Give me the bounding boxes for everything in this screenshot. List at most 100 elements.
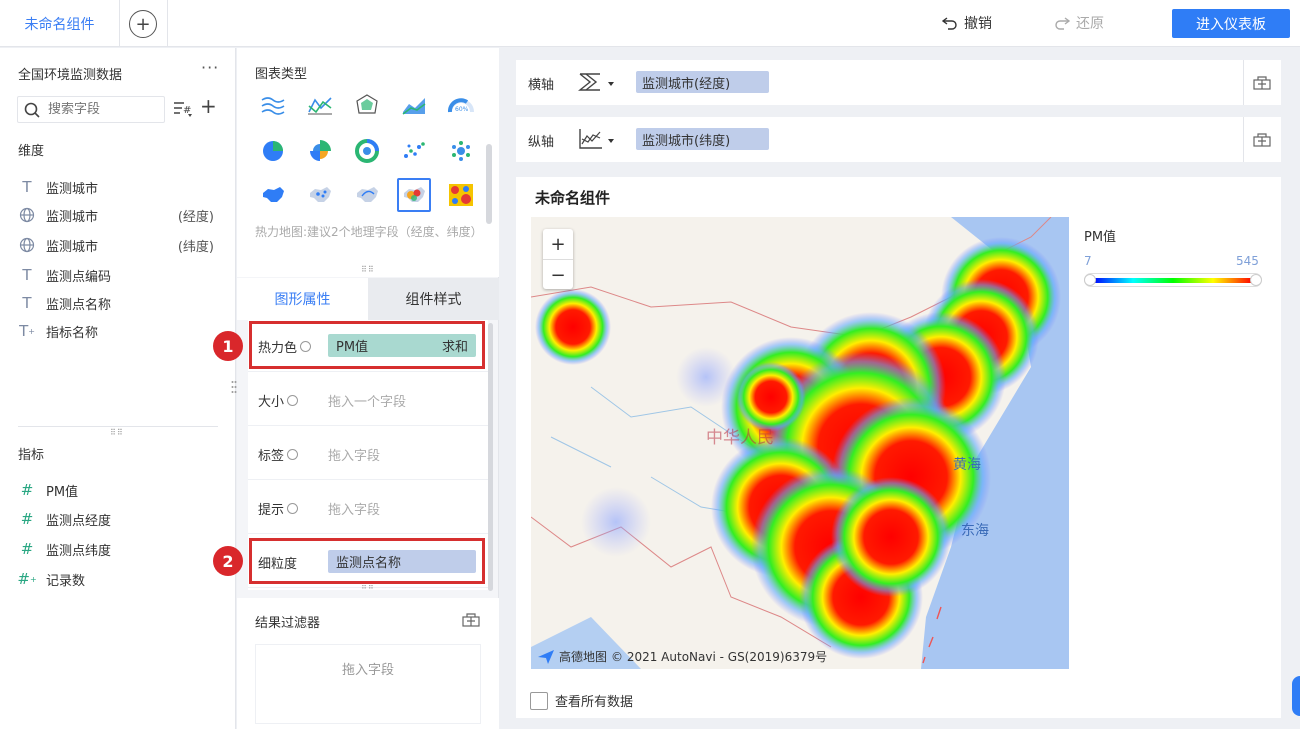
highlight-box <box>249 538 485 584</box>
dimension-field[interactable]: 监测城市 (经度) <box>18 205 218 225</box>
result-filter-drop-target[interactable]: 拖入字段 <box>255 644 481 724</box>
pie-chart-icon[interactable] <box>256 134 290 168</box>
heat-map-icon[interactable] <box>397 178 431 212</box>
map-attribution: 高德地图 © 2021 AutoNavi - GS(2019)6379号 <box>537 648 827 665</box>
area-chart-icon[interactable] <box>256 88 290 122</box>
tab-unnamed-component[interactable]: 未命名组件 <box>0 0 120 47</box>
field-label: 监测点经度 <box>46 513 112 529</box>
field-label: 监测点纬度 <box>46 543 112 559</box>
axis-settings-icon[interactable] <box>1253 74 1271 90</box>
measure-field[interactable]: # 监测点纬度 <box>18 539 218 559</box>
config-tabs: 图形属性 组件样式 <box>237 278 499 320</box>
dataset-name: 全国环境监测数据 <box>18 68 123 83</box>
view-all-data[interactable]: 查看所有数据 <box>530 691 633 710</box>
zoom-in-button[interactable]: + <box>543 229 573 259</box>
tab-graphic-attributes[interactable]: 图形属性 <box>237 278 368 320</box>
y-axis-label: 纵轴 <box>528 135 555 150</box>
measure-field[interactable]: # + 记录数 <box>17 569 218 589</box>
heat-grid-icon[interactable] <box>444 178 478 212</box>
radar-chart-icon[interactable] <box>350 88 384 122</box>
undo-label: 撤销 <box>964 16 992 32</box>
view-all-label: 查看所有数据 <box>555 695 634 710</box>
help-assistant-icon[interactable] <box>1292 676 1300 716</box>
add-field-button[interactable]: + <box>200 94 217 118</box>
redo-button[interactable]: 还原 <box>1054 13 1104 33</box>
measure-field[interactable]: # 监测点经度 <box>18 509 218 529</box>
tooltip-row: 提示 拖入字段 <box>248 482 488 534</box>
area-line-chart-icon[interactable] <box>397 88 431 122</box>
result-filter-title: 结果过滤器 <box>255 616 321 631</box>
chevron-down-icon <box>608 139 614 143</box>
field-filter-icon[interactable]: # <box>173 100 195 118</box>
y-axis-field[interactable]: 监测城市(纬度) <box>636 128 769 150</box>
line-chart-icon[interactable] <box>303 88 337 122</box>
dimension-field[interactable]: T 监测点编码 <box>18 265 218 285</box>
globe-icon <box>18 237 36 253</box>
divider <box>1243 60 1244 105</box>
heat-map[interactable]: 中华人民 黄海 东海 + − 高德地图 © 2021 AutoNavi - GS… <box>531 217 1069 669</box>
dimension-field[interactable]: 监测城市 (纬度) <box>18 235 218 255</box>
hash-icon: # <box>20 481 34 499</box>
settings-icon[interactable] <box>287 503 299 514</box>
flow-map-icon[interactable] <box>350 178 384 212</box>
legend-max-handle[interactable] <box>1250 274 1262 286</box>
view-all-checkbox[interactable] <box>530 691 548 710</box>
chart-types-title: 图表类型 <box>255 67 308 82</box>
point-map-icon[interactable] <box>303 178 337 212</box>
dimensions-title: 维度 <box>18 144 45 159</box>
scatter-chart-icon[interactable] <box>397 134 431 168</box>
size-drop-target[interactable]: 拖入一个字段 <box>328 391 406 410</box>
chart-config-panel: 图表类型 60% 热力地图:建议2个地理字段（经度、纬度） ⠿⠿ 图形属性 组件… <box>237 48 499 729</box>
highlight-box <box>249 321 485 369</box>
add-tab-button[interactable]: + <box>129 10 157 38</box>
map-label-sea: 黄海 <box>953 456 981 473</box>
resize-grip[interactable]: ⠿⠿ <box>361 265 375 274</box>
text-field-icon: T <box>22 294 32 312</box>
top-bar: 未命名组件 + 撤销 还原 进入仪表板 <box>0 0 1300 47</box>
legend-max: 545 <box>1236 254 1259 268</box>
search-input[interactable] <box>48 102 148 117</box>
resize-grip[interactable]: ⠿⠿ <box>110 428 124 437</box>
undo-button[interactable]: 撤销 <box>942 13 992 33</box>
field-search[interactable] <box>17 96 165 123</box>
dimension-field[interactable]: T 监测城市 <box>18 177 218 197</box>
heat-spot <box>535 289 611 365</box>
more-icon[interactable]: ··· <box>201 58 219 77</box>
field-label: 监测城市 <box>46 181 99 197</box>
tooltip-drop-target[interactable]: 拖入字段 <box>328 499 380 518</box>
x-axis-field[interactable]: 监测城市(经度) <box>636 71 769 93</box>
globe-icon <box>18 207 36 223</box>
legend-min-handle[interactable] <box>1084 274 1096 286</box>
region-map-icon[interactable] <box>256 178 290 212</box>
field-label: 记录数 <box>46 573 86 589</box>
x-axis-row: 横轴 监测城市(经度) <box>516 60 1281 105</box>
size-label: 大小 <box>258 391 299 410</box>
tab-component-style[interactable]: 组件样式 <box>368 278 499 320</box>
zoom-out-button[interactable]: − <box>543 260 573 290</box>
settings-icon[interactable] <box>287 449 299 460</box>
filter-settings-icon[interactable] <box>462 611 480 627</box>
chart-types-scrollbar[interactable] <box>486 144 492 224</box>
x-axis-chart-type-dropdown[interactable] <box>578 70 616 94</box>
divider <box>1243 117 1244 162</box>
measure-field[interactable]: # PM值 <box>18 480 218 500</box>
legend-color-bar <box>1084 273 1262 287</box>
y-axis-chart-type-dropdown[interactable] <box>578 127 616 151</box>
attributes-scrollbar[interactable] <box>488 323 493 591</box>
enter-dashboard-button[interactable]: 进入仪表板 <box>1172 9 1290 38</box>
gauge-chart-icon[interactable]: 60% <box>444 88 478 122</box>
dimension-field[interactable]: T 监测点名称 <box>18 293 218 313</box>
rose-chart-icon[interactable] <box>303 134 337 168</box>
chart-types-area: 图表类型 60% 热力地图:建议2个地理字段（经度、纬度） ⠿⠿ <box>237 48 499 277</box>
legend-min: 7 <box>1084 254 1092 268</box>
axis-settings-icon[interactable] <box>1253 131 1271 147</box>
widget-title: 未命名组件 <box>535 189 611 207</box>
amap-logo-icon <box>538 649 554 664</box>
dimension-field[interactable]: T + 指标名称 <box>18 321 218 341</box>
axis-type-icon <box>579 129 602 149</box>
bubble-chart-icon[interactable] <box>444 134 478 168</box>
label-label: 标签 <box>258 445 299 464</box>
label-drop-target[interactable]: 拖入字段 <box>328 445 380 464</box>
settings-icon[interactable] <box>287 395 299 406</box>
multi-pie-chart-icon[interactable] <box>350 134 384 168</box>
